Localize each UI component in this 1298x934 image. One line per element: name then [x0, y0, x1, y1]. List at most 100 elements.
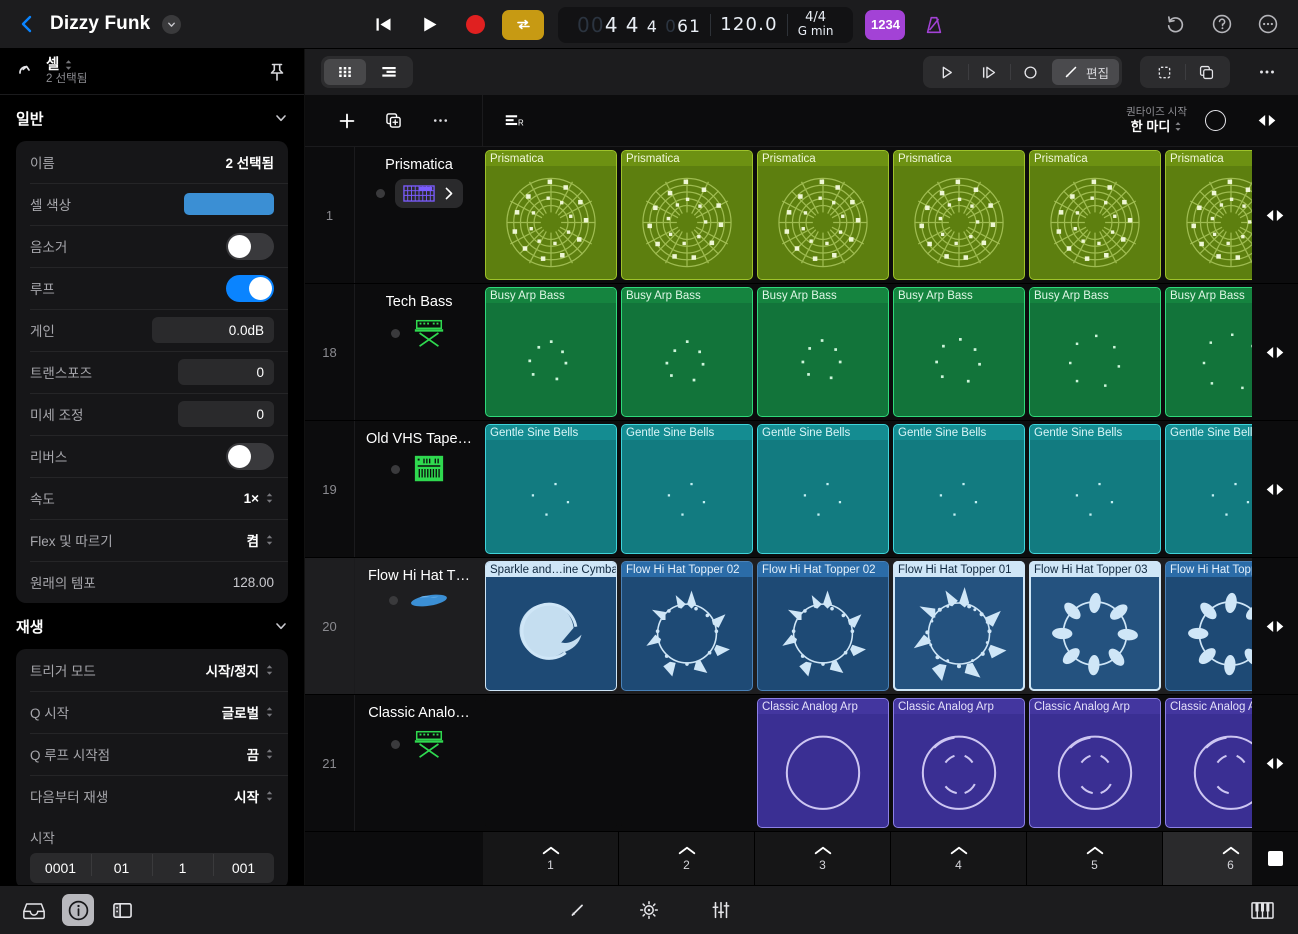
inspector-section-header-general[interactable]: 일반 [16, 95, 288, 141]
table-row[interactable]: 19 Old VHS Tape… [305, 421, 1298, 558]
cell-color-swatch[interactable] [184, 193, 274, 215]
undo-icon[interactable] [1164, 12, 1188, 36]
row-play-stop-button[interactable] [1252, 284, 1298, 420]
loop-cell[interactable]: Gentle Sine Bells [1165, 424, 1252, 554]
plus-icon[interactable] [334, 108, 360, 134]
loop-cell[interactable]: Gentle Sine Bells [1029, 424, 1161, 554]
loop-cell[interactable]: Busy Arp Bass [757, 287, 889, 417]
rewind-to-start-icon[interactable] [360, 0, 406, 49]
loop-cell[interactable]: Gentle Sine Bells [893, 424, 1025, 554]
stepper-icon[interactable] [265, 706, 274, 718]
region-r-icon[interactable]: R [501, 108, 527, 134]
table-row[interactable]: 18 Tech Bass [305, 284, 1298, 421]
more-ellipsis-icon[interactable] [1252, 57, 1282, 87]
track-status-dot[interactable] [376, 189, 385, 198]
row-speed[interactable]: 속도 1× [16, 477, 288, 519]
loop-cell[interactable]: Gentle Sine Bells [757, 424, 889, 554]
row-loop[interactable]: 루프 [16, 267, 288, 309]
table-row[interactable]: 21 Classic Analo… [305, 695, 1298, 832]
scene-button[interactable]: 1 [483, 832, 619, 885]
chevron-down-icon[interactable] [274, 619, 288, 633]
empty-cell[interactable] [621, 698, 753, 828]
track-status-dot[interactable] [391, 465, 400, 474]
metronome-icon[interactable] [917, 10, 951, 40]
track-status-dot[interactable] [389, 596, 398, 605]
track-header[interactable]: 19 Old VHS Tape… [305, 421, 483, 557]
position-divisions[interactable]: 1 [152, 860, 213, 876]
marquee-select-icon[interactable] [1143, 59, 1185, 85]
loop-cell[interactable]: Prismatica [485, 150, 617, 280]
loop-cell[interactable]: Flow Hi Hat Topper 01 [893, 561, 1025, 691]
play-stop-row-icon[interactable] [1244, 113, 1290, 128]
loop-cell[interactable]: Busy Arp Bass [893, 287, 1025, 417]
loop-cell[interactable]: Flow Hi Hat Topper 03 [1029, 561, 1161, 691]
more-ellipsis-icon[interactable] [428, 108, 454, 134]
cycle-loop-icon[interactable] [502, 10, 544, 40]
chevron-left-icon[interactable] [16, 13, 38, 35]
record-circle-icon[interactable] [1205, 110, 1226, 131]
edit-tool-button[interactable]: 편집 [1052, 59, 1119, 85]
panel-toggle-icon[interactable] [106, 894, 138, 926]
stepper-icon[interactable] [265, 492, 274, 504]
loop-cell[interactable]: Gentle Sine Bells [621, 424, 753, 554]
brightness-icon[interactable] [633, 894, 665, 926]
row-transpose[interactable]: 트랜스포즈 0 [16, 351, 288, 393]
track-header[interactable]: 1 Prismatica [305, 147, 483, 283]
lcd-signature-key[interactable]: 4/4 G min [788, 11, 844, 37]
row-reverse[interactable]: 리버스 [16, 435, 288, 477]
scene-button[interactable]: 4 [891, 832, 1027, 885]
lcd-display[interactable]: 00444061 120.0 4/4 G min [558, 7, 853, 43]
position-bars[interactable]: 0001 [30, 860, 91, 876]
stop-all-button[interactable] [1252, 832, 1298, 885]
pin-icon[interactable] [266, 61, 288, 83]
start-position-field[interactable]: 0001 01 1 001 [30, 853, 274, 883]
track-header[interactable]: 21 Classic Analo… [305, 695, 483, 831]
scene-button[interactable]: 5 [1027, 832, 1163, 885]
circle-icon[interactable] [1010, 59, 1052, 85]
lcd-tempo[interactable]: 120.0 [711, 14, 787, 35]
reverse-toggle[interactable] [226, 443, 274, 470]
table-row[interactable]: 1 Prismatica [305, 147, 1298, 284]
fine-tune-field[interactable]: 0 [178, 401, 274, 427]
loop-cell[interactable]: Classic Analog Arp [757, 698, 889, 828]
gain-field[interactable]: 0.0dB [152, 317, 274, 343]
grid-view-icon[interactable] [324, 59, 366, 85]
more-ellipsis-icon[interactable] [1256, 12, 1280, 36]
loop-cell[interactable]: Busy Arp Bass [485, 287, 617, 417]
inspector-content[interactable]: 일반 이름 2 선택됨 셀 색상 음소거 [0, 95, 304, 885]
add-duplicate-icon[interactable] [381, 108, 407, 134]
position-ticks[interactable]: 001 [213, 860, 274, 876]
loop-cell[interactable]: Prismatica [1029, 150, 1161, 280]
row-play-stop-button[interactable] [1252, 695, 1298, 831]
loop-cell[interactable]: Flow Hi Hat Topper 02 [621, 561, 753, 691]
inspector-section-header-playback[interactable]: 재생 [16, 603, 288, 649]
loop-cell[interactable]: Gentle Sine Bells [485, 424, 617, 554]
scene-button[interactable]: 6 [1163, 832, 1252, 885]
chevron-down-icon[interactable] [274, 111, 288, 125]
row-mute[interactable]: 음소거 [16, 225, 288, 267]
track-instrument-chip[interactable] [395, 179, 463, 208]
row-gain[interactable]: 게인 0.0dB [16, 309, 288, 351]
inspector-title-row[interactable]: 셀 [46, 57, 87, 74]
scene-button[interactable]: 3 [755, 832, 891, 885]
mute-toggle[interactable] [226, 233, 274, 260]
row-play-from[interactable]: 다음부터 재생 시작 [16, 775, 288, 817]
loop-cell[interactable]: Classic Analog Arp [1029, 698, 1161, 828]
loop-cell[interactable]: Sparkle and…ine Cymbal [485, 561, 617, 691]
play-from-icon[interactable] [968, 59, 1010, 85]
stepper-icon[interactable] [265, 664, 274, 676]
row-q-loop-start[interactable]: Q 루프 시작점 끔 [16, 733, 288, 775]
loop-cell[interactable]: Prismatica [621, 150, 753, 280]
row-name[interactable]: 이름 2 선택됨 [16, 141, 288, 183]
chevron-right-icon[interactable] [443, 185, 455, 202]
list-view-icon[interactable] [368, 59, 410, 85]
loop-toggle[interactable] [226, 275, 274, 302]
piano-keys-icon[interactable] [1246, 894, 1278, 926]
loop-cell[interactable]: Prismatica [757, 150, 889, 280]
row-cell-color[interactable]: 셀 색상 [16, 183, 288, 225]
chevron-down-icon[interactable] [162, 15, 181, 34]
record-icon[interactable] [452, 0, 498, 49]
loop-cell[interactable]: Classic Analog Arp [893, 698, 1025, 828]
help-icon[interactable] [1210, 12, 1234, 36]
info-circle-icon[interactable] [62, 894, 94, 926]
